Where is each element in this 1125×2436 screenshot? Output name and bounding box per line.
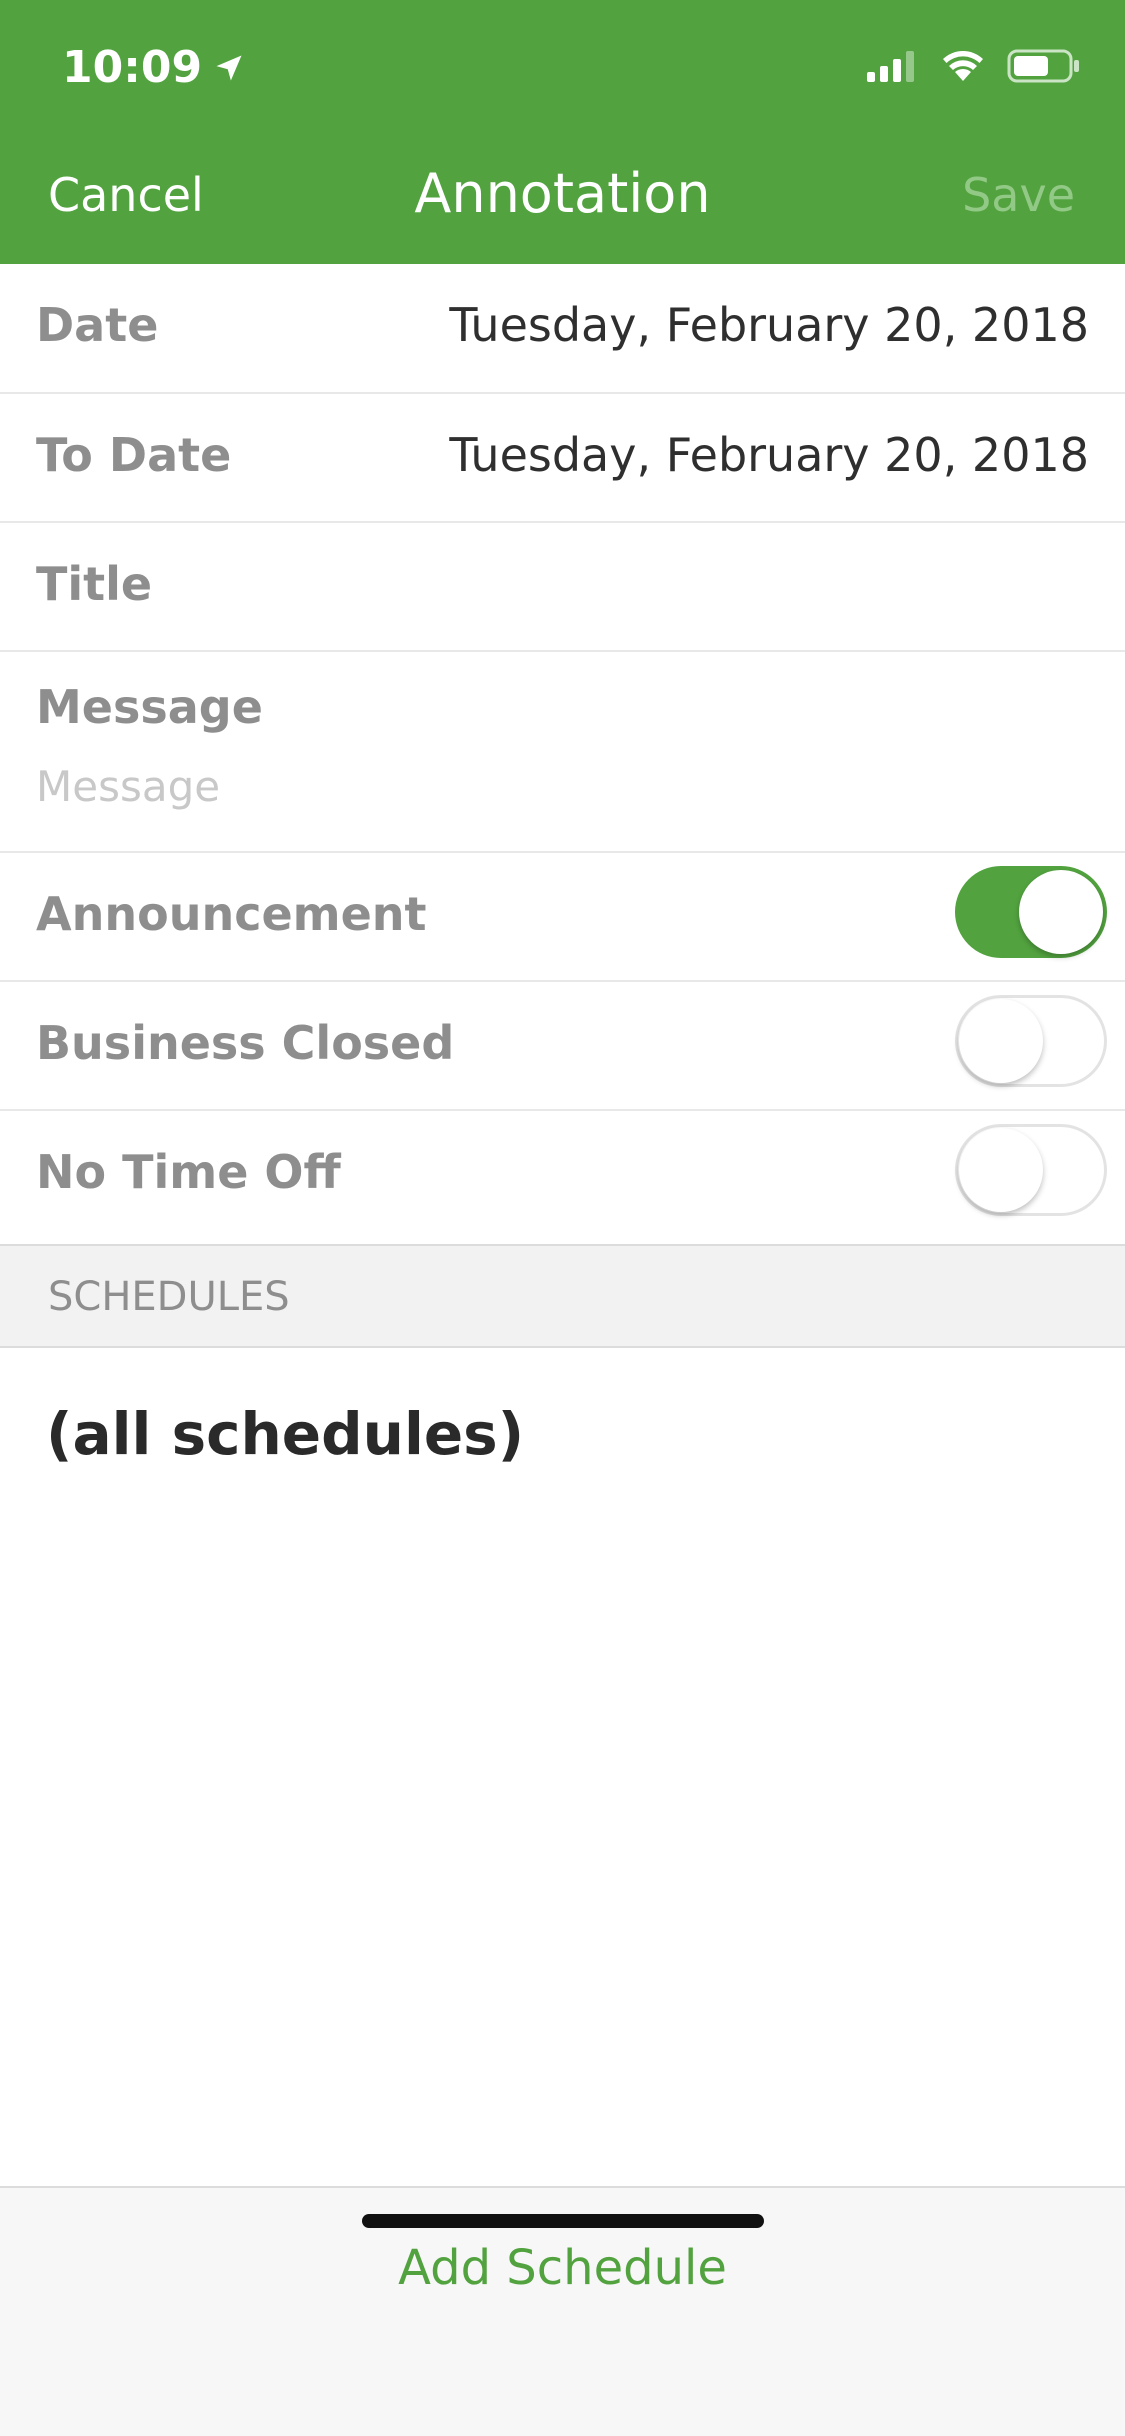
wifi-icon bbox=[943, 51, 983, 81]
message-row[interactable]: Message bbox=[0, 652, 1125, 853]
no-time-off-toggle[interactable] bbox=[955, 1124, 1107, 1216]
header-bar: 10:09 Cancel Annotation Save bbox=[0, 0, 1125, 264]
toggle-knob bbox=[959, 1128, 1043, 1212]
date-value[interactable]: Tuesday, February 20, 2018 bbox=[449, 298, 1089, 352]
home-indicator[interactable] bbox=[362, 2214, 764, 2228]
toggle-knob bbox=[1019, 870, 1103, 954]
battery-icon bbox=[1007, 49, 1079, 83]
schedules-section-header: SCHEDULES bbox=[0, 1244, 1125, 1348]
schedule-list-item[interactable]: (all schedules) bbox=[46, 1400, 524, 1468]
message-label: Message bbox=[36, 680, 263, 734]
announcement-label: Announcement bbox=[36, 887, 427, 941]
toggle-knob bbox=[959, 999, 1043, 1083]
announcement-toggle[interactable] bbox=[955, 866, 1107, 958]
to-date-label: To Date bbox=[36, 428, 232, 482]
status-icons bbox=[867, 48, 1081, 84]
business-closed-toggle[interactable] bbox=[955, 995, 1107, 1087]
no-time-off-row: No Time Off bbox=[0, 1111, 1125, 1244]
no-time-off-label: No Time Off bbox=[36, 1145, 341, 1199]
to-date-value[interactable]: Tuesday, February 20, 2018 bbox=[449, 428, 1089, 482]
title-row[interactable]: Title bbox=[0, 523, 1125, 652]
annotation-screen: 10:09 Cancel Annotation Save Date Tuesda… bbox=[0, 0, 1125, 2436]
message-input[interactable] bbox=[36, 762, 1076, 811]
schedules-section-label: SCHEDULES bbox=[48, 1274, 290, 1320]
save-button[interactable]: Save bbox=[962, 168, 1075, 222]
date-label: Date bbox=[36, 298, 159, 352]
business-closed-row: Business Closed bbox=[0, 982, 1125, 1111]
announcement-row: Announcement bbox=[0, 853, 1125, 982]
cellular-signal-icon bbox=[867, 51, 914, 82]
add-schedule-button[interactable]: Add Schedule bbox=[363, 2240, 763, 2296]
business-closed-label: Business Closed bbox=[36, 1016, 455, 1070]
time-text: 10:09 bbox=[62, 42, 203, 93]
location-arrow-icon bbox=[216, 55, 242, 80]
date-row[interactable]: Date Tuesday, February 20, 2018 bbox=[0, 264, 1125, 394]
cancel-button[interactable]: Cancel bbox=[48, 168, 204, 222]
status-time: 10:09 bbox=[62, 42, 244, 93]
title-label: Title bbox=[36, 557, 153, 611]
to-date-row[interactable]: To Date Tuesday, February 20, 2018 bbox=[0, 394, 1125, 523]
